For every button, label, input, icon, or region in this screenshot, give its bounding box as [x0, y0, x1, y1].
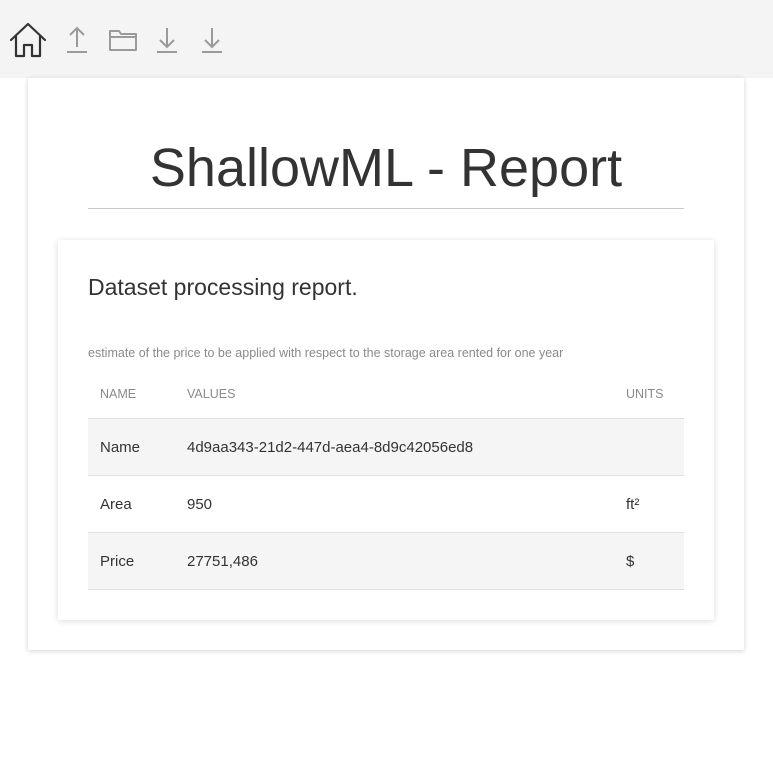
- row-value-cell: 27751,486: [175, 532, 614, 590]
- row-unit-cell: [614, 418, 684, 476]
- table-row: Area 950 ft²: [88, 475, 684, 533]
- open-folder-button[interactable]: [103, 20, 143, 60]
- section-title: Dataset processing report.: [88, 274, 358, 300]
- download-report-button[interactable]: [192, 20, 232, 60]
- home-button[interactable]: [8, 20, 48, 60]
- toolbar: [0, 0, 773, 78]
- upload-icon: [67, 26, 87, 53]
- title-divider: [88, 208, 684, 209]
- row-name-cell: Name: [88, 418, 175, 476]
- upload-button[interactable]: [57, 20, 97, 60]
- row-name-cell: Price: [88, 532, 175, 590]
- row-name-cell: Area: [88, 475, 175, 533]
- download-button[interactable]: [147, 20, 187, 60]
- row-unit-cell: ft²: [614, 475, 684, 533]
- page-title: ShallowML - Report: [149, 138, 623, 198]
- home-icon: [9, 22, 47, 58]
- table-row: Price 27751,486 $: [88, 532, 684, 590]
- table-row: Name 4d9aa343-21d2-447d-aea4-8d9c42056ed…: [88, 418, 684, 476]
- report-table: NAME VALUES UNITS Name 4d9aa343-21d2-447…: [88, 370, 684, 590]
- report-container: ShallowML - Report Dataset processing re…: [28, 78, 744, 650]
- row-unit-cell: $: [614, 532, 684, 590]
- download-icon: [202, 28, 222, 53]
- column-header-units: UNITS: [614, 370, 684, 419]
- report-card: Dataset processing report. estimate of t…: [58, 240, 714, 620]
- table-header-row: NAME VALUES UNITS: [88, 370, 684, 419]
- folder-icon: [109, 30, 137, 51]
- row-value-cell: 4d9aa343-21d2-447d-aea4-8d9c42056ed8: [175, 418, 614, 476]
- column-header-values: VALUES: [175, 370, 614, 419]
- row-value-cell: 950: [175, 475, 614, 533]
- column-header-name: NAME: [88, 370, 175, 419]
- table-caption: estimate of the price to be applied with…: [88, 346, 564, 360]
- download-icon: [157, 28, 177, 53]
